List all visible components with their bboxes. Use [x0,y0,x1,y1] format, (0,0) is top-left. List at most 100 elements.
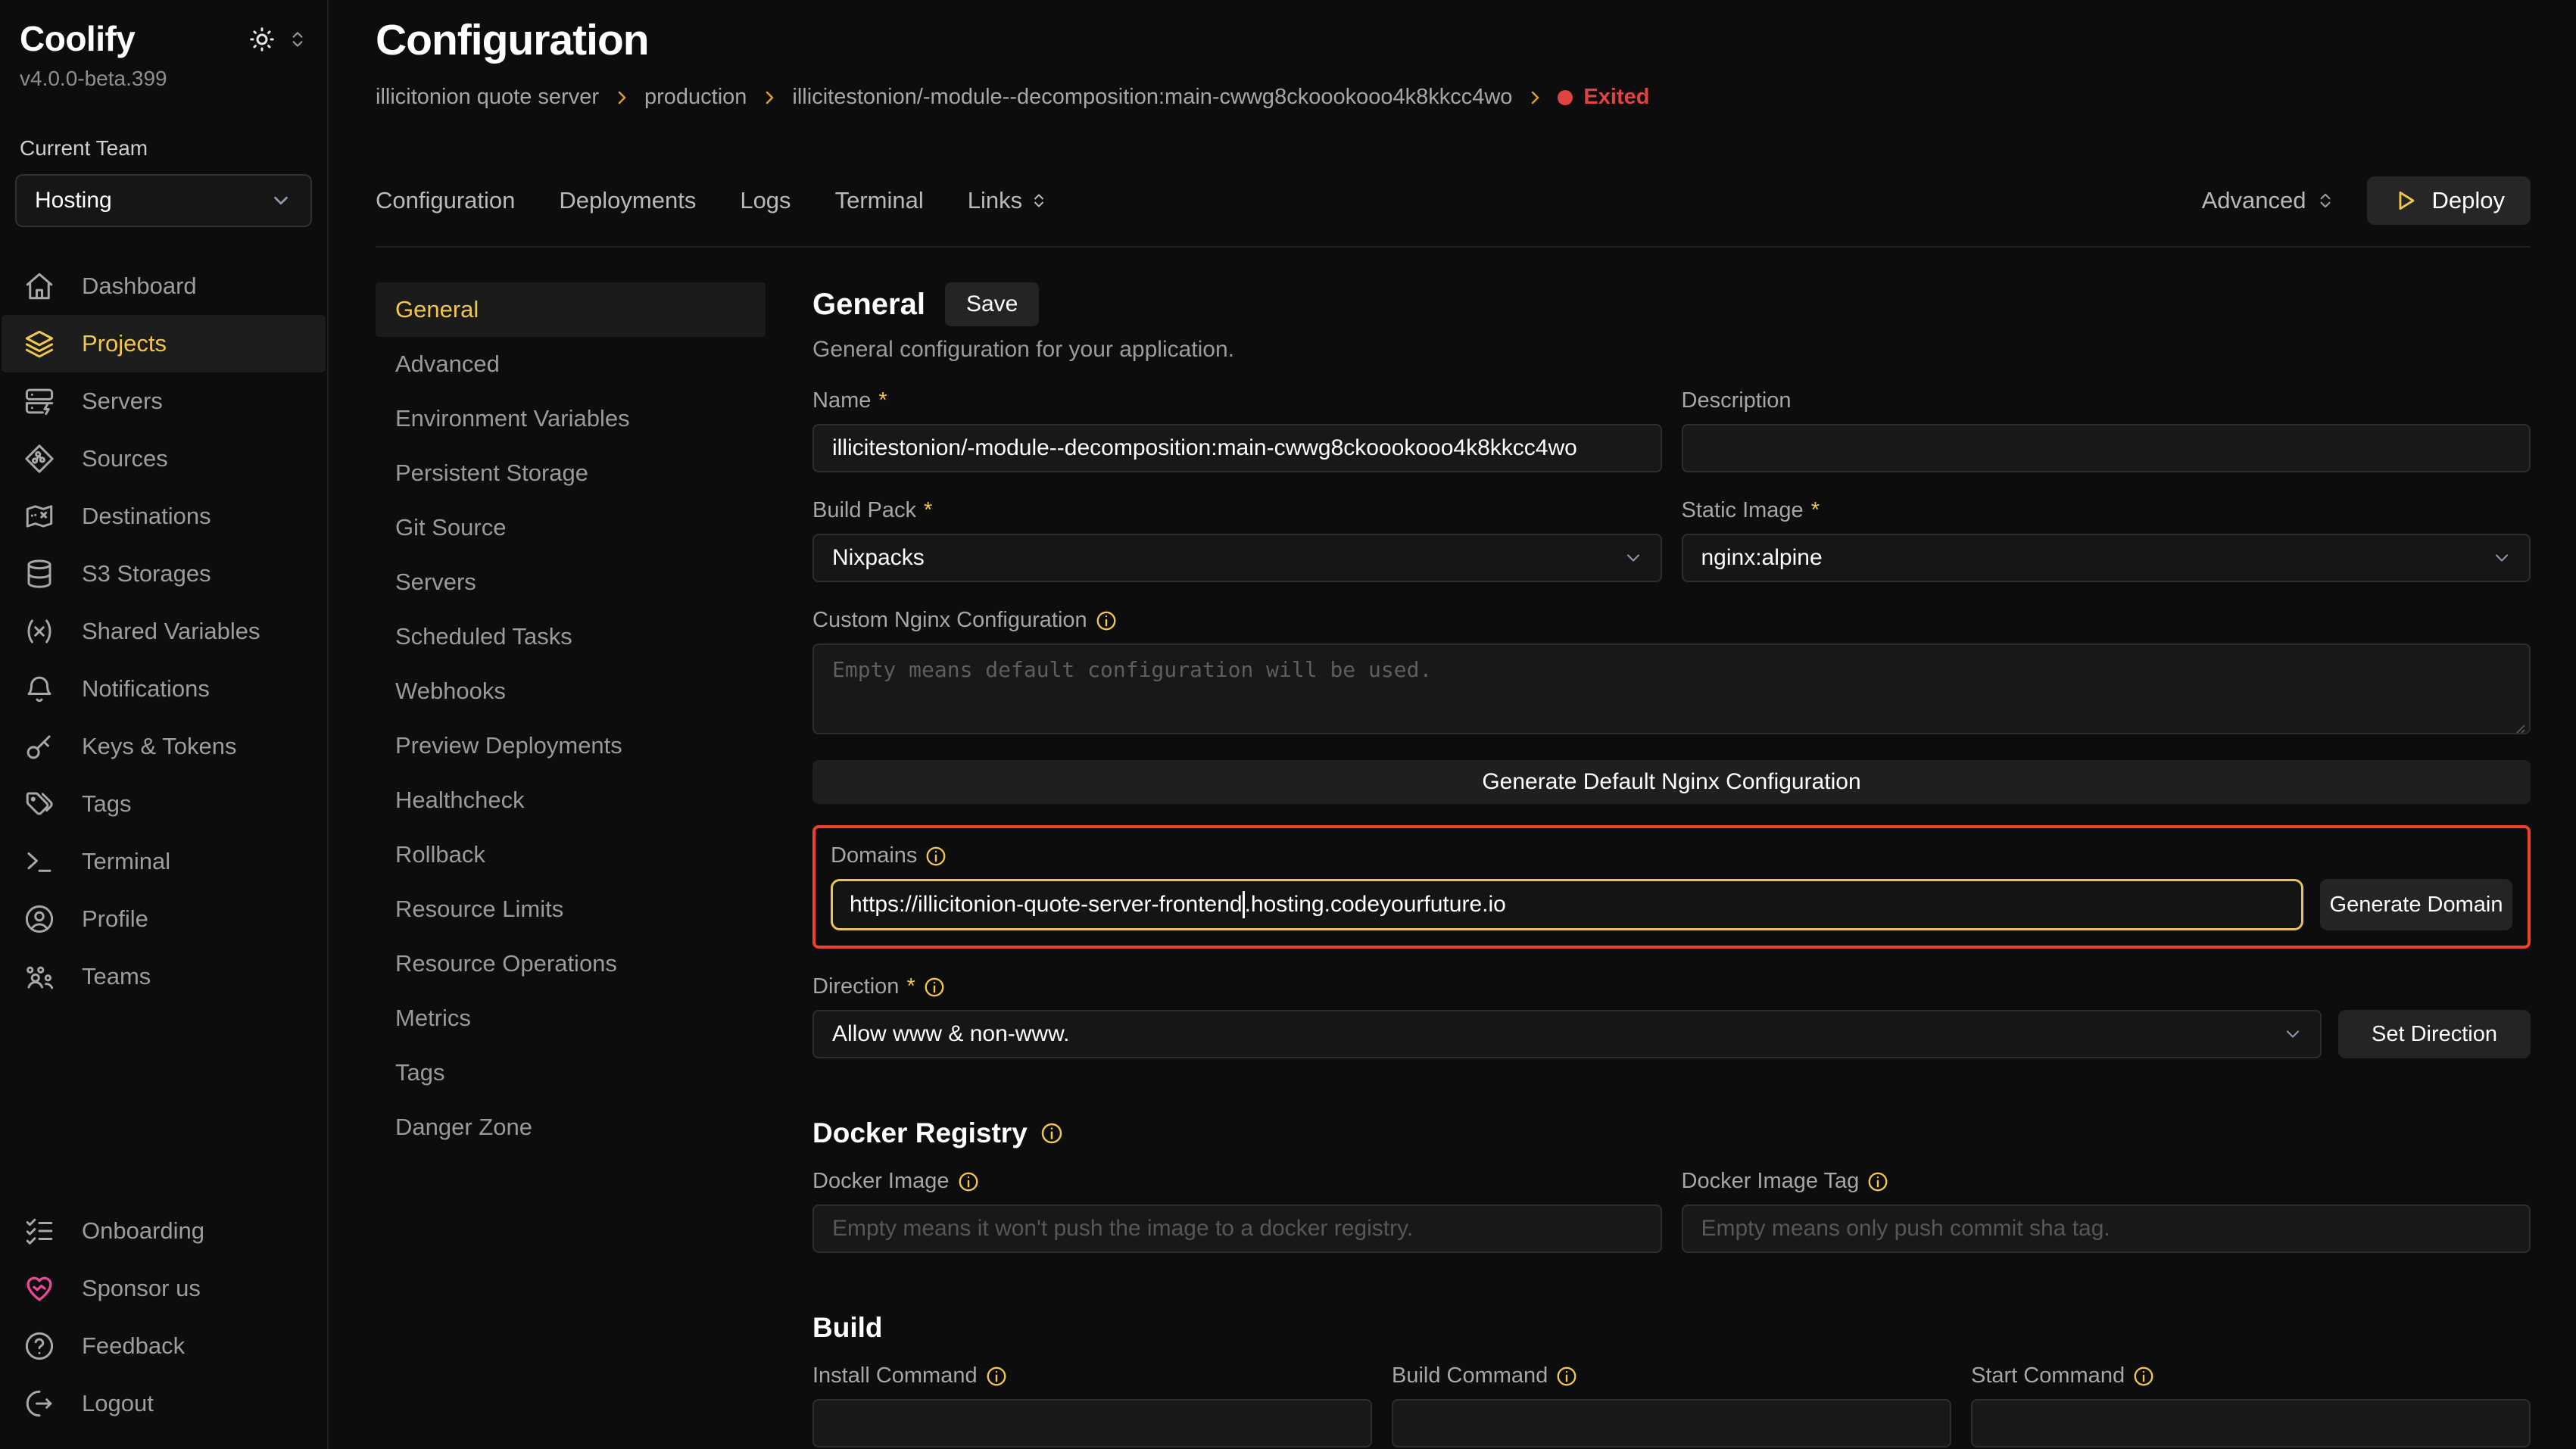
docker-image-tag-input[interactable] [1682,1204,2531,1253]
sidebar-item-label: Shared Variables [82,618,260,645]
subnav-item-environment-variables[interactable]: Environment Variables [376,391,766,446]
subnav-item-webhooks[interactable]: Webhooks [376,664,766,718]
tab-configuration[interactable]: Configuration [376,187,515,214]
info-icon[interactable] [1555,1365,1578,1388]
docker-image-input[interactable] [812,1204,1662,1253]
subnav-item-rollback[interactable]: Rollback [376,827,766,882]
install-command-label: Install Command [812,1363,1372,1388]
chevron-right-icon [1526,89,1544,107]
sidebar-item-profile[interactable]: Profile [2,890,326,948]
app-version: v4.0.0-beta.399 [0,67,327,91]
subnav-item-general[interactable]: General [376,282,766,337]
subnav-item-tags[interactable]: Tags [376,1045,766,1100]
generate-domain-button[interactable]: Generate Domain [2320,879,2512,930]
sidebar-item-terminal[interactable]: Terminal [2,833,326,890]
database-icon [23,557,56,591]
build-command-input[interactable] [1392,1399,1951,1447]
sidebar-item-teams[interactable]: Teams [2,948,326,1005]
info-icon[interactable] [2132,1365,2155,1388]
subnav-item-preview-deployments[interactable]: Preview Deployments [376,718,766,773]
subnav-item-danger-zone[interactable]: Danger Zone [376,1100,766,1155]
sun-icon[interactable] [248,26,276,53]
sidebar-item-tags[interactable]: Tags [2,775,326,833]
subnav-item-resource-limits[interactable]: Resource Limits [376,882,766,936]
save-button[interactable]: Save [945,282,1039,326]
sidebar-item-label: Servers [82,388,163,415]
breadcrumb-project[interactable]: illicitonion quote server [376,85,599,110]
chevron-right-icon [613,89,631,107]
sidebar-item-s3-storages[interactable]: S3 Storages [2,545,326,603]
sidebar-item-projects[interactable]: Projects [2,315,326,372]
general-settings-form: General Save General configuration for y… [812,282,2531,1449]
generate-nginx-button[interactable]: Generate Default Nginx Configuration [812,760,2531,804]
subnav-item-servers[interactable]: Servers [376,555,766,609]
team-select-value: Hosting [35,188,112,213]
sidebar-item-label: Teams [82,963,151,990]
page-title: Configuration [376,15,2531,65]
info-icon[interactable] [957,1170,980,1193]
sidebar-item-feedback[interactable]: Feedback [2,1317,326,1375]
static-image-value: nginx:alpine [1701,545,1823,571]
breadcrumb-application[interactable]: illicitestonion/-module--decomposition:m… [792,85,1512,110]
custom-nginx-label: Custom Nginx Configuration [812,608,2531,633]
description-label: Description [1682,388,2531,413]
domains-input[interactable]: https://illicitonion-quote-server-fronte… [831,879,2303,930]
subnav-item-healthcheck[interactable]: Healthcheck [376,773,766,827]
set-direction-button[interactable]: Set Direction [2338,1010,2531,1058]
info-icon[interactable] [1867,1170,1889,1193]
sidebar-item-notifications[interactable]: Notifications [2,660,326,718]
info-icon[interactable] [923,976,946,999]
sidebar-item-logout[interactable]: Logout [2,1375,326,1432]
resize-handle[interactable] [2514,722,2526,734]
sidebar-item-sources[interactable]: Sources [2,430,326,488]
theme-selector-icon[interactable] [288,30,307,49]
tab-logs[interactable]: Logs [740,187,791,214]
docker-image-tag-label: Docker Image Tag [1682,1169,2531,1194]
breadcrumb-environment[interactable]: production [644,85,747,110]
variable-icon [23,615,56,648]
sidebar-item-shared-variables[interactable]: Shared Variables [2,603,326,660]
sidebar-item-onboarding[interactable]: Onboarding [2,1202,326,1260]
info-icon[interactable] [925,845,947,868]
info-icon[interactable] [1095,609,1118,632]
team-select[interactable]: Hosting [15,174,312,227]
tab-deployments[interactable]: Deployments [559,187,696,214]
install-command-input[interactable] [812,1399,1372,1447]
chevrons-up-down-icon [2316,191,2335,210]
name-input[interactable] [812,424,1662,472]
status-label: Exited [1583,85,1649,110]
subnav-item-scheduled-tasks[interactable]: Scheduled Tasks [376,609,766,664]
info-icon[interactable] [1040,1121,1064,1145]
subnav-item-metrics[interactable]: Metrics [376,991,766,1045]
subnav-item-persistent-storage[interactable]: Persistent Storage [376,446,766,500]
static-image-select[interactable]: nginx:alpine [1682,534,2531,582]
custom-nginx-textarea[interactable] [812,643,2531,734]
required-marker: * [906,974,915,999]
static-image-label: Static Image* [1682,498,2531,523]
name-label: Name* [812,388,1662,413]
build-pack-select[interactable]: Nixpacks [812,534,1662,582]
sidebar-item-servers[interactable]: Servers [2,372,326,430]
advanced-menu[interactable]: Advanced [2202,187,2335,214]
direction-select[interactable]: Allow www & non-www. [812,1010,2322,1058]
docker-image-label: Docker Image [812,1169,1662,1194]
sidebar-item-sponsor-us[interactable]: Sponsor us [2,1260,326,1317]
start-command-input[interactable] [1971,1399,2531,1447]
description-input[interactable] [1682,424,2531,472]
sidebar: Coolify v4.0.0-beta.399 Current Team Hos… [0,0,329,1449]
help-circle-icon [23,1329,56,1363]
sidebar-item-dashboard[interactable]: Dashboard [2,257,326,315]
required-marker: * [1811,498,1820,523]
subnav-item-git-source[interactable]: Git Source [376,500,766,555]
sidebar-item-destinations[interactable]: Destinations [2,488,326,545]
tab-links[interactable]: Links [968,187,1048,214]
subnav-item-resource-operations[interactable]: Resource Operations [376,936,766,991]
info-icon[interactable] [985,1365,1008,1388]
sidebar-item-keys-tokens[interactable]: Keys & Tokens [2,718,326,775]
tab-terminal[interactable]: Terminal [835,187,924,214]
subnav-item-advanced[interactable]: Advanced [376,337,766,391]
required-marker: * [924,498,932,523]
advanced-label: Advanced [2202,187,2306,214]
chevrons-up-down-icon [1030,192,1048,210]
deploy-button[interactable]: Deploy [2367,176,2531,225]
